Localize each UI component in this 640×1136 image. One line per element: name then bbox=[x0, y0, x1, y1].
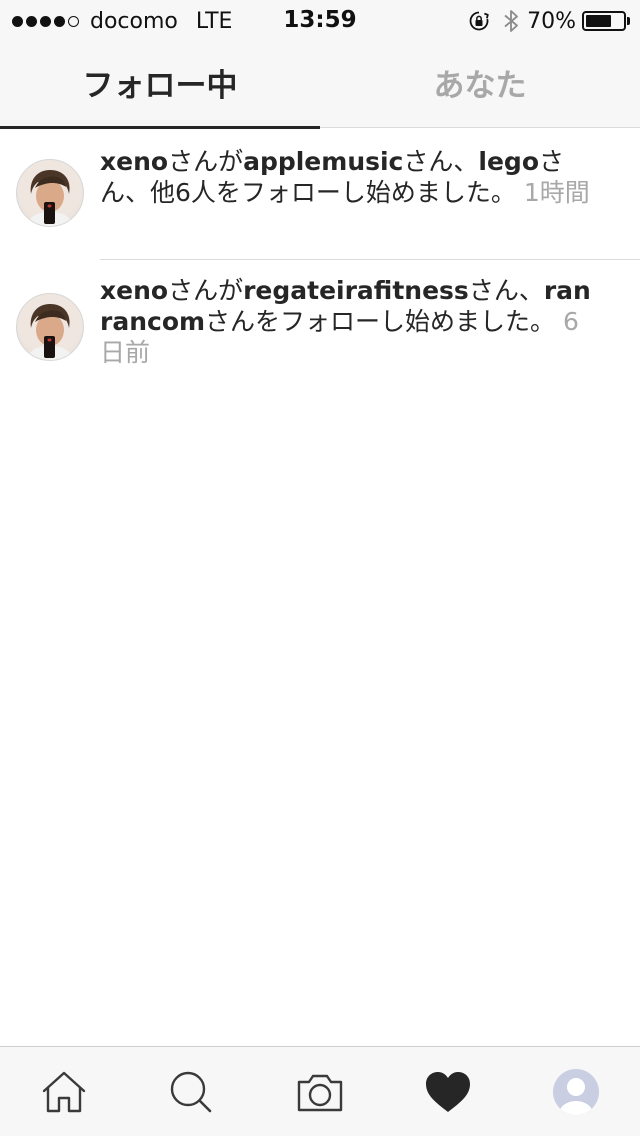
profile-icon[interactable] bbox=[531, 1047, 621, 1136]
list-item[interactable]: xenoさんがregateirafitnessさん、ranrancomさんをフォ… bbox=[0, 259, 640, 389]
avatar[interactable] bbox=[16, 293, 84, 361]
battery-icon bbox=[582, 11, 626, 31]
status-bar: docomo LTE 13:59 70% bbox=[0, 0, 640, 40]
avatar[interactable] bbox=[16, 159, 84, 227]
heart-icon[interactable] bbox=[403, 1047, 493, 1136]
bluetooth-icon bbox=[503, 8, 519, 34]
battery-percent: 70% bbox=[527, 8, 576, 34]
followed-username[interactable]: lego bbox=[478, 147, 539, 176]
activity-fragment: さんが bbox=[168, 147, 244, 176]
activity-feed: xenoさんがapplemusicさん、legoさん、他6人をフォローし始めまし… bbox=[0, 128, 640, 389]
username[interactable]: xeno bbox=[100, 276, 168, 305]
tab-following[interactable]: フォロー中 bbox=[0, 40, 320, 129]
activity-fragment: さん、 bbox=[468, 276, 544, 305]
timestamp: 1時間 bbox=[523, 178, 590, 207]
activity-tabs: フォロー中 あなた bbox=[0, 40, 640, 129]
activity-fragment: さん、 bbox=[403, 147, 479, 176]
followed-username[interactable]: applemusic bbox=[243, 147, 403, 176]
followed-username[interactable]: regateirafitness bbox=[243, 276, 469, 305]
home-icon[interactable] bbox=[19, 1047, 109, 1136]
list-item[interactable]: xenoさんがapplemusicさん、legoさん、他6人をフォローし始めまし… bbox=[0, 128, 640, 259]
username[interactable]: xeno bbox=[100, 147, 168, 176]
activity-fragment: さんをフォローし始めました。 bbox=[205, 307, 556, 336]
search-icon[interactable] bbox=[146, 1047, 236, 1136]
activity-text: xenoさんがregateirafitnessさん、ranrancomさんをフォ… bbox=[100, 275, 600, 368]
status-right: 70% bbox=[467, 7, 630, 35]
battery-tip bbox=[627, 17, 630, 25]
divider bbox=[100, 259, 640, 260]
camera-icon[interactable] bbox=[275, 1047, 365, 1136]
battery-level-fill bbox=[586, 15, 612, 27]
activity-fragment: さんが bbox=[168, 276, 244, 305]
activity-text: xenoさんがapplemusicさん、legoさん、他6人をフォローし始めまし… bbox=[100, 146, 600, 208]
tab-you[interactable]: あなた bbox=[320, 40, 640, 128]
bottom-nav bbox=[0, 1046, 640, 1136]
rotation-lock-icon bbox=[467, 9, 491, 33]
